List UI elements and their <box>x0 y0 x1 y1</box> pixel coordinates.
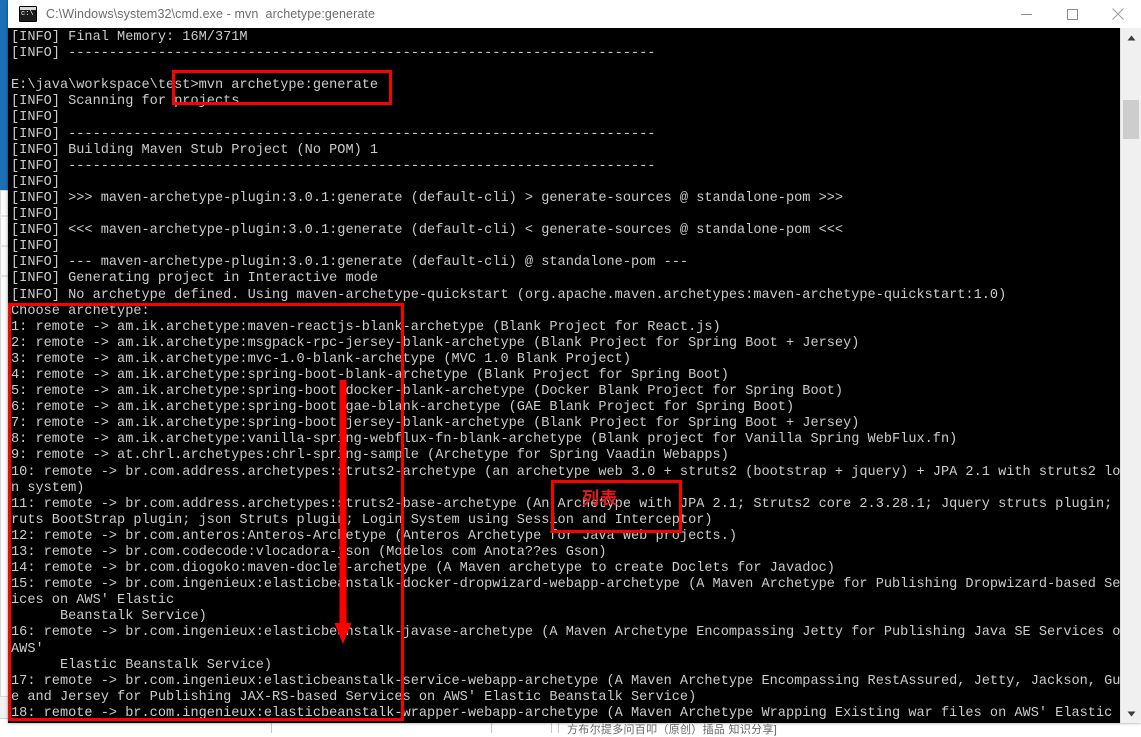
terminal-line: E:\java\workspace\test>mvn archetype:gen… <box>11 78 379 94</box>
terminal-line: [INFO] <<< maven-archetype-plugin:3.0.1:… <box>11 223 844 239</box>
background-line-a <box>0 215 8 217</box>
terminal-line: 5: remote -> am.ik.archetype:spring-boot… <box>11 384 844 400</box>
terminal-line: [INFO] Scanning for projects... <box>11 94 264 110</box>
terminal-line: 9: remote -> at.chrl.archetypes:chrl-spr… <box>11 448 729 464</box>
cmd-console-icon <box>19 6 37 22</box>
terminal-line: 8: remote -> am.ik.archetype:vanilla-spr… <box>11 432 958 448</box>
terminal-line: Beanstalk Service) <box>11 609 207 625</box>
minimize-button[interactable] <box>1003 0 1049 28</box>
window-title: C:\Windows\system32\cmd.exe - mvn archet… <box>46 7 376 21</box>
terminal-line: 16: remote -> br.com.ingenieux:elasticbe… <box>11 625 1121 641</box>
terminal-line: AWS' <box>11 641 44 657</box>
terminal-line: 6: remote -> am.ik.archetype:spring-boot… <box>11 400 795 416</box>
terminal-line: [INFO] >>> maven-archetype-plugin:3.0.1:… <box>11 190 844 206</box>
terminal-line: [INFO] <box>11 110 60 126</box>
terminal-line: [INFO] <box>11 207 60 223</box>
scroll-up-arrow-icon[interactable] <box>1121 28 1141 47</box>
terminal-line: ruts BootStrap plugin; json Struts plugi… <box>11 512 713 528</box>
window-controls <box>1003 0 1141 28</box>
terminal-line: n system) <box>11 480 85 496</box>
terminal-line: [INFO] ---------------------------------… <box>11 46 656 62</box>
terminal-line: [INFO] ---------------------------------… <box>11 126 656 142</box>
terminal-line: 2: remote -> am.ik.archetype:msgpack-rpc… <box>11 335 860 351</box>
terminal-line: Choose archetype: <box>11 303 150 319</box>
maximize-button[interactable] <box>1049 0 1095 28</box>
terminal-line: [INFO] Final Memory: 16M/371M <box>11 30 248 45</box>
terminal-line: Elastic Beanstalk Service) <box>11 657 273 673</box>
scrollbar-thumb[interactable] <box>1123 100 1139 139</box>
background-line-c <box>0 275 8 277</box>
background-bottom-text: 方布尔提多问百叩（原创）插品 知识分享] <box>567 724 778 736</box>
window-titlebar[interactable]: C:\Windows\system32\cmd.exe - mvn archet… <box>8 0 1141 29</box>
terminal-line: [INFO] ---------------------------------… <box>11 158 656 174</box>
terminal-line: 12: remote -> br.com.anteros:Anteros-Arc… <box>11 528 738 544</box>
terminal-line: 14: remote -> br.com.diogoko:maven-docle… <box>11 561 835 577</box>
terminal-line: 18: remote -> br.com.ingenieux:elasticbe… <box>11 705 1121 721</box>
cmd-console-window: C:\Windows\system32\cmd.exe - mvn archet… <box>8 0 1141 723</box>
terminal-line: ices on AWS' Elastic <box>11 593 175 609</box>
terminal-line: [INFO] --- maven-archetype-plugin:3.0.1:… <box>11 255 689 271</box>
terminal-line: 10: remote -> br.com.address.archetypes:… <box>11 464 1121 480</box>
terminal-line: 17: remote -> br.com.ingenieux:elasticbe… <box>11 673 1121 689</box>
terminal-line: 1: remote -> am.ik.archetype:maven-react… <box>11 319 721 335</box>
terminal-line: 13: remote -> br.com.codecode:vlocadora-… <box>11 545 607 560</box>
terminal-line: 11: remote -> br.com.address.archetypes:… <box>11 496 1121 512</box>
scroll-down-arrow-icon[interactable] <box>1121 704 1141 723</box>
terminal-line: [INFO] Building Maven Stub Project (No P… <box>11 142 379 158</box>
terminal-line: 15: remote -> br.com.ingenieux:elasticbe… <box>11 577 1121 593</box>
terminal-lines: [INFO] Final Memory: 16M/371M [INFO] ----… <box>11 30 1121 722</box>
close-button[interactable] <box>1095 0 1141 28</box>
background-line-b <box>0 245 8 247</box>
terminal-line: [INFO] Generating project in Interactive… <box>11 271 379 287</box>
terminal-line: [INFO] <box>11 174 60 190</box>
console-scrollbar[interactable] <box>1120 28 1141 723</box>
terminal-line: 7: remote -> am.ik.archetype:spring-boot… <box>11 416 860 432</box>
terminal-line: e and Jersey for Publishing JAX-RS-based… <box>11 689 697 705</box>
terminal-line: 3: remote -> am.ik.archetype:mvc-1.0-bla… <box>11 351 631 367</box>
terminal-line: [INFO] No archetype defined. Using maven… <box>11 287 1007 303</box>
terminal-output-area[interactable]: [INFO] Final Memory: 16M/371M [INFO] ----… <box>8 28 1121 723</box>
terminal-line: 4: remote -> am.ik.archetype:spring-boot… <box>11 367 729 383</box>
terminal-line: [INFO] <box>11 239 60 255</box>
background-window-blue-strip <box>0 0 8 190</box>
